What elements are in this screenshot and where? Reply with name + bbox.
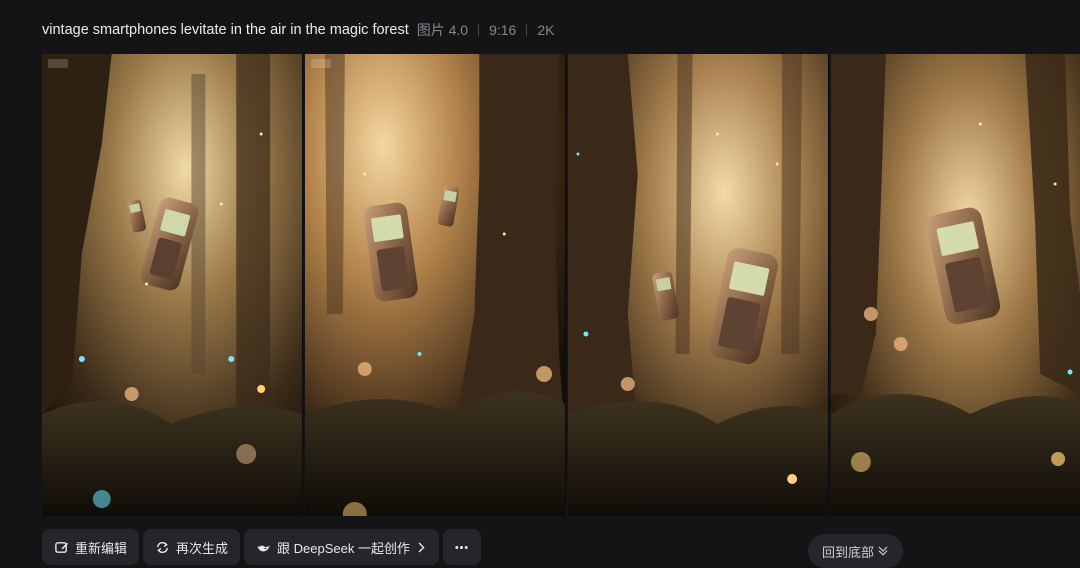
reedit-label: 重新编辑 <box>75 540 128 556</box>
regenerate-button[interactable]: 再次生成 <box>143 529 241 565</box>
deepseek-create-button[interactable]: 跟 DeepSeek 一起创作 <box>244 529 439 565</box>
generated-image-1[interactable] <box>42 54 303 516</box>
generated-image-2[interactable] <box>305 54 566 516</box>
double-chevron-down-icon <box>878 546 888 556</box>
reedit-button[interactable]: 重新编辑 <box>42 529 140 565</box>
prompt-header: vintage smartphones levitate in the air … <box>42 20 554 40</box>
forest-image-1 <box>42 54 302 516</box>
deepseek-label: 跟 DeepSeek 一起创作 <box>277 540 410 556</box>
scroll-to-bottom-button[interactable]: 回到底部 <box>808 534 904 568</box>
model-label: 图片 4.0 <box>416 22 469 38</box>
forest-image-3 <box>568 54 828 516</box>
ai-badge <box>48 59 68 68</box>
refresh-icon <box>157 541 168 553</box>
action-toolbar: 重新编辑 再次生成 跟 DeepSeek 一起创作 <box>42 529 481 565</box>
ai-badge <box>311 59 331 68</box>
image-gallery <box>42 54 1080 516</box>
generated-image-4[interactable] <box>831 54 1080 516</box>
prompt-text: vintage smartphones levitate in the air … <box>42 22 409 38</box>
divider <box>526 24 528 36</box>
generation-meta: 图片 4.0 9:16 2K <box>417 20 555 40</box>
chevron-right-icon <box>418 542 425 552</box>
edit-icon <box>55 541 68 553</box>
forest-image-4 <box>831 54 1080 516</box>
forest-image-2 <box>305 54 565 516</box>
more-options-button[interactable] <box>442 529 481 565</box>
scroll-label: 回到底部 <box>822 544 875 560</box>
resolution-label: 2K <box>537 22 555 38</box>
divider <box>478 24 480 36</box>
ratio-label: 9:16 <box>489 22 517 38</box>
generated-image-3[interactable] <box>568 54 829 516</box>
whale-icon <box>257 545 270 551</box>
regenerate-label: 再次生成 <box>176 540 229 556</box>
more-icon <box>455 545 469 549</box>
